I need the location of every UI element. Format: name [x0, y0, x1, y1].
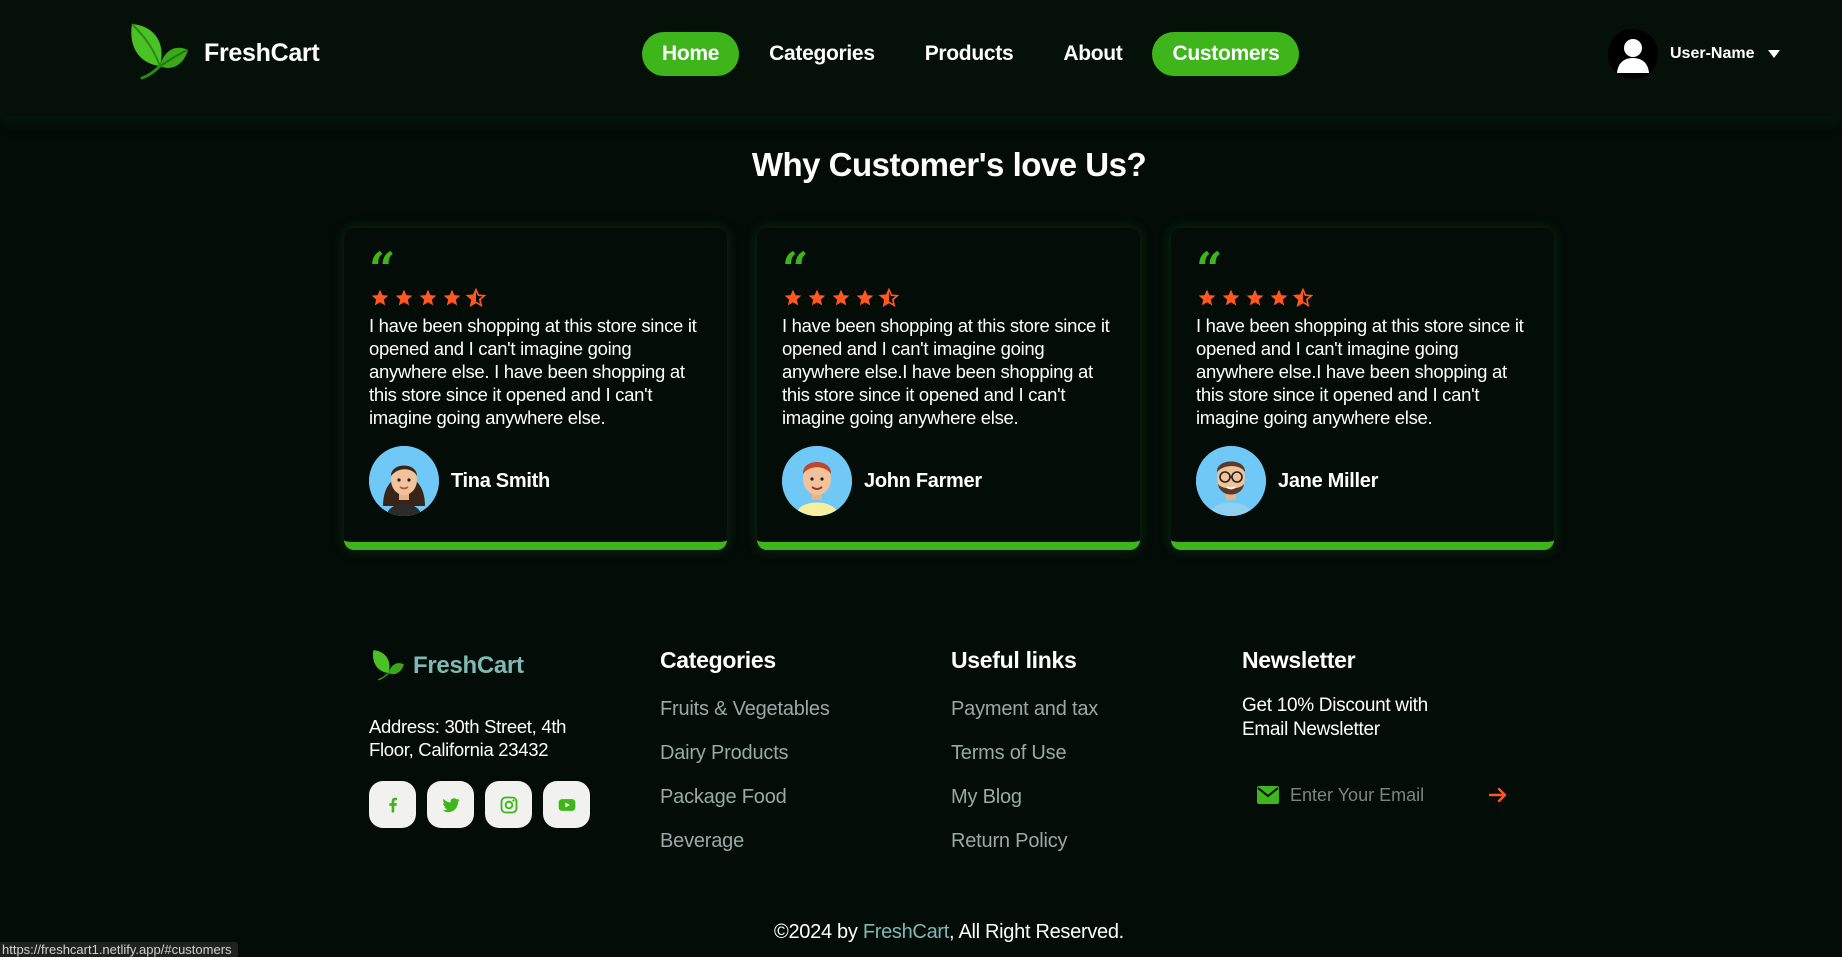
star-rating [782, 288, 1115, 308]
footer-link-terms-of-use[interactable]: Terms of Use [951, 742, 1098, 766]
nav-about[interactable]: About [1043, 32, 1142, 76]
reviewer-name: Tina Smith [451, 469, 550, 492]
footer-brand[interactable]: FreshCart [369, 648, 524, 684]
footer-newsletter: Newsletter Get 10% Discount with Email N… [1242, 647, 1452, 742]
reviewer: Tina Smith [369, 446, 550, 516]
copyright-suffix: , All Right Reserved. [949, 921, 1124, 943]
user-menu[interactable]: User-Name [1608, 29, 1781, 79]
star-icon [1270, 289, 1288, 306]
newsletter-form [1256, 780, 1516, 810]
leaf-logo-icon [372, 650, 404, 681]
review-text: I have been shopping at this store since… [1196, 315, 1524, 428]
star-icon [443, 289, 461, 306]
reviewer-avatar [369, 446, 439, 516]
star-icon [419, 289, 437, 306]
copyright-prefix: ©2024 by [774, 921, 863, 943]
navbar: FreshCart Home Categories Products About… [0, 0, 1842, 117]
footer-link-package-food[interactable]: Package Food [660, 786, 830, 810]
reviewer-avatar [782, 446, 852, 516]
quote-icon: “ [782, 242, 809, 296]
social-links [369, 781, 601, 828]
reviewer-avatar [1196, 446, 1266, 516]
reviewer-name: Jane Miller [1278, 469, 1379, 492]
footer-categories-title: Categories [660, 647, 776, 673]
star-icon [395, 289, 413, 306]
testimonial-card: “ I have been shopping at this store sin… [1171, 228, 1554, 550]
instagram-icon[interactable] [485, 781, 532, 828]
copyright: ©2024 by FreshCart, All Right Reserved. [0, 921, 1842, 944]
star-icon [808, 289, 826, 306]
star-icon [856, 289, 874, 306]
star-half-icon [878, 288, 900, 308]
star-half-icon [465, 288, 487, 308]
nav-home[interactable]: Home [642, 32, 740, 76]
footer-useful-links-title: Useful links [951, 647, 1077, 673]
facebook-icon[interactable] [369, 781, 416, 828]
newsletter-text: Get 10% Discount with Email Newsletter [1242, 695, 1428, 740]
copyright-brand-link[interactable]: FreshCart [863, 921, 950, 943]
footer-link-fruits-vegetables[interactable]: Fruits & Vegetables [660, 698, 830, 722]
email-input[interactable] [1290, 784, 1460, 806]
user-name: User-Name [1670, 45, 1755, 62]
footer-brand-name: FreshCart [413, 652, 524, 679]
caret-down-icon[interactable] [1768, 50, 1781, 58]
nav-customers[interactable]: Customers [1152, 32, 1300, 76]
star-rating [1196, 288, 1529, 308]
twitter-icon[interactable] [427, 781, 474, 828]
star-icon [1246, 289, 1264, 306]
review-text: I have been shopping at this store since… [782, 315, 1110, 428]
brand-name: FreshCart [204, 38, 320, 67]
testimonial-card: “ I have been shopping at this store sin… [344, 228, 727, 550]
reviewer: Jane Miller [1196, 446, 1378, 516]
star-half-icon [1292, 288, 1314, 308]
main-nav: Home Categories Products About Customers [642, 32, 1309, 76]
testimonial-card: “ I have been shopping at this store sin… [757, 228, 1140, 550]
footer-link-my-blog[interactable]: My Blog [951, 786, 1098, 810]
star-icon [371, 289, 389, 306]
arrow-right-icon[interactable] [1486, 783, 1510, 807]
footer-link-dairy-products[interactable]: Dairy Products [660, 742, 830, 766]
section-title: Why Customer's love Us? [751, 146, 1147, 183]
youtube-icon[interactable] [543, 781, 590, 828]
brand[interactable]: FreshCart [124, 20, 320, 86]
star-icon [832, 289, 850, 306]
address: Address: 30th Street, 4th Floor, Califor… [369, 716, 567, 760]
reviewer-name: John Farmer [864, 469, 982, 492]
footer-useful-links: Useful links Payment and tax Terms of Us… [951, 647, 1098, 874]
review-text: I have been shopping at this store since… [369, 315, 697, 428]
footer-link-beverage[interactable]: Beverage [660, 830, 830, 854]
mail-icon [1257, 786, 1279, 804]
user-avatar-icon [1608, 29, 1658, 79]
star-icon [1198, 289, 1216, 306]
newsletter-title: Newsletter [1242, 647, 1356, 673]
leaf-logo-icon [131, 23, 189, 80]
quote-icon: “ [369, 242, 396, 296]
star-rating [369, 288, 702, 308]
star-icon [784, 289, 802, 306]
footer-categories: Categories Fruits & Vegetables Dairy Pro… [660, 647, 830, 874]
quote-icon: “ [1196, 242, 1223, 296]
star-icon [1222, 289, 1240, 306]
footer-link-payment-tax[interactable]: Payment and tax [951, 698, 1098, 722]
footer-link-return-policy[interactable]: Return Policy [951, 830, 1098, 854]
nav-products[interactable]: Products [905, 32, 1034, 76]
status-bar-url: https://freshcart1.netlify.app/#customer… [0, 942, 238, 957]
reviewer: John Farmer [782, 446, 982, 516]
nav-categories[interactable]: Categories [749, 32, 895, 76]
